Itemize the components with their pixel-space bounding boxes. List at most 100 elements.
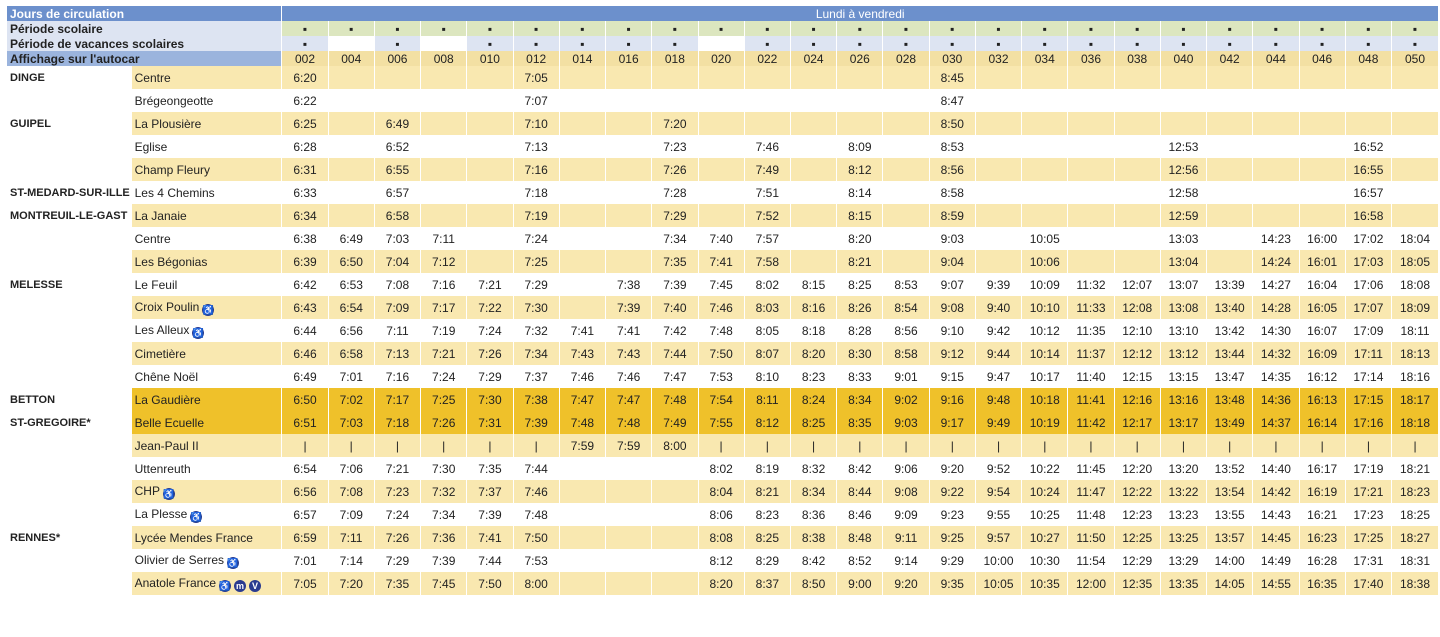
trip-number: 030 [928, 51, 976, 66]
stop-name: Les 4 Chemins [134, 185, 215, 200]
departure-time: 9:48 [974, 388, 1022, 411]
departure-time [558, 158, 606, 181]
departure-time: 7:49 [651, 411, 698, 434]
periode-scolaire-marker: ▪ [743, 21, 791, 36]
commune-name: ST-GREGOIRE* [6, 411, 132, 434]
departure-time: 10:18 [1021, 388, 1068, 411]
stop-name: La Janaie [134, 208, 187, 223]
commune-name: RENNES* [6, 526, 132, 549]
departure-time [1252, 135, 1300, 158]
departure-time: 16:57 [1344, 181, 1392, 204]
departure-time: 17:09 [1344, 319, 1392, 342]
departure-time [1113, 204, 1161, 227]
departure-time [466, 158, 514, 181]
departure-time: 7:30 [420, 457, 467, 480]
commune-name: MELESSE [6, 273, 132, 296]
departure-time [605, 89, 652, 112]
stop-name-cell: Les Bégonias [130, 250, 282, 273]
departure-time [974, 135, 1022, 158]
periode-vacances-marker [327, 36, 375, 51]
stop-name: Champ Fleury [134, 162, 210, 177]
commune-name: ST-MEDARD-SUR-ILLE [6, 181, 132, 204]
departure-time: 7:11 [373, 319, 421, 342]
departure-time: 6:25 [281, 112, 329, 135]
wheelchair-accessible-icon: ♿ [219, 579, 232, 592]
departure-time: 18:21 [1391, 457, 1438, 480]
departure-time [1391, 204, 1438, 227]
departure-time: 10:30 [1021, 549, 1068, 572]
departure-time [1391, 135, 1438, 158]
stop-row: GUIPEL La Plousière 6:25 6:49 7:10 7:20 8:50 [6, 112, 1438, 135]
departure-time: 7:24 [466, 319, 514, 342]
departure-time: 7:03 [373, 227, 421, 250]
metro-icon: m [234, 579, 247, 592]
departure-time [974, 66, 1022, 89]
departure-time [1298, 66, 1346, 89]
departure-time: 7:30 [512, 296, 560, 319]
departure-time: 7:41 [697, 250, 745, 273]
periode-scolaire-marker: ▪ [1206, 21, 1253, 36]
trip-number: 016 [605, 51, 652, 66]
departure-time: 18:04 [1391, 227, 1438, 250]
stop-name: Les Alleux [134, 322, 190, 337]
departure-time: 10:35 [1021, 572, 1068, 595]
departure-time: 9:15 [928, 365, 976, 388]
departure-time: 17:06 [1344, 273, 1392, 296]
departure-time: 9:12 [928, 342, 976, 365]
departure-time: 14:36 [1252, 388, 1300, 411]
departure-time: 17:16 [1344, 411, 1392, 434]
departure-time [1344, 89, 1392, 112]
stop-name-cell: Belle Ecuelle [130, 411, 282, 434]
departure-time: 9:08 [928, 296, 976, 319]
departure-time [1159, 89, 1207, 112]
departure-time: | [512, 434, 560, 457]
periode-vacances-marker: ▪ [1252, 36, 1300, 51]
departure-time [882, 89, 930, 112]
departure-time: 8:33 [836, 365, 883, 388]
departure-time: 11:41 [1067, 388, 1115, 411]
departure-time [697, 112, 745, 135]
periode-vacances-marker: ▪ [512, 36, 560, 51]
departure-time [558, 135, 606, 158]
departure-time [558, 296, 606, 319]
departure-time [1391, 66, 1438, 89]
departure-time: 8:38 [789, 526, 837, 549]
departure-time: 13:57 [1206, 526, 1253, 549]
departure-time: 7:19 [512, 204, 560, 227]
departure-time [1113, 135, 1161, 158]
departure-time: 7:10 [512, 112, 560, 135]
departure-time: 13:12 [1159, 342, 1207, 365]
periode-vacances-marker: ▪ [1391, 36, 1438, 51]
stop-name: Lycée Mendes France [134, 530, 253, 545]
stop-name: Uttenreuth [134, 461, 191, 476]
departure-time: 16:23 [1298, 526, 1346, 549]
departure-time [605, 250, 652, 273]
periode-scolaire-marker: ▪ [1021, 21, 1068, 36]
departure-time: 7:39 [420, 549, 467, 572]
departure-time [558, 572, 606, 595]
departure-time: 17:02 [1344, 227, 1392, 250]
stop-row: Chêne Noël 6:49 7:01 7:16 7:24 7:29 7:37 7:46 7:… [6, 365, 1438, 388]
periode-vacances-marker: ▪ [743, 36, 791, 51]
departure-time [1021, 66, 1068, 89]
departure-time: 7:28 [651, 181, 698, 204]
trip-number: 010 [466, 51, 514, 66]
departure-time: 7:41 [466, 526, 514, 549]
departure-time [1206, 135, 1253, 158]
departure-time: 7:21 [420, 342, 467, 365]
departure-time: 16:35 [1298, 572, 1346, 595]
departure-time: | [373, 434, 421, 457]
departure-time: 13:23 [1159, 503, 1207, 526]
departure-time: 7:16 [512, 158, 560, 181]
trip-number: 012 [512, 51, 560, 66]
stop-name-cell: Centre [130, 66, 282, 89]
departure-time: 6:20 [281, 66, 329, 89]
departure-time: 16:52 [1344, 135, 1392, 158]
departure-time [605, 457, 652, 480]
departure-time: 8:48 [836, 526, 883, 549]
departure-time: 8:20 [789, 342, 837, 365]
commune-name [6, 135, 132, 158]
departure-time [466, 89, 514, 112]
departure-time [974, 89, 1022, 112]
departure-time: 13:39 [1206, 273, 1253, 296]
